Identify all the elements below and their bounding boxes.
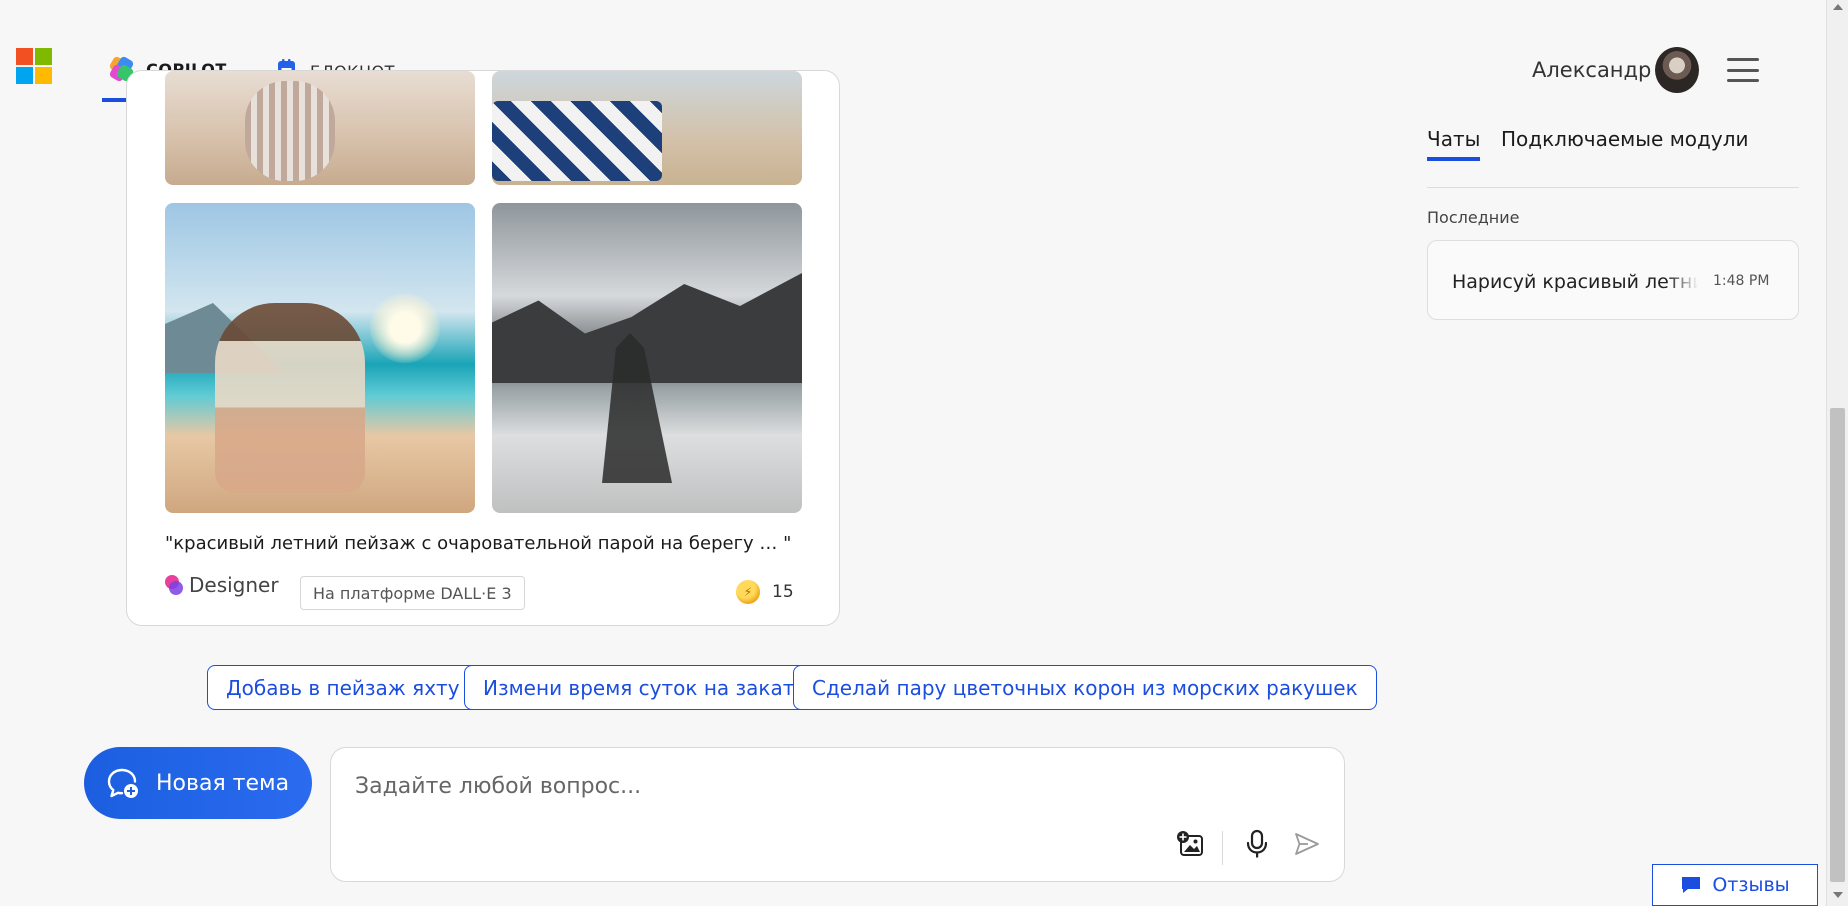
- microphone-icon: [1246, 829, 1268, 858]
- feedback-chat-icon: [1682, 877, 1701, 893]
- suggestion-chip-2[interactable]: Измени время суток на закат: [464, 665, 814, 710]
- scroll-down-arrow-icon[interactable]: [1833, 892, 1843, 898]
- generated-image-4[interactable]: [492, 203, 802, 513]
- designer-icon: [165, 575, 183, 595]
- recent-chat-title: Нарисуй красивый летний пейзаж: [1452, 271, 1698, 293]
- chat-composer: [330, 747, 1345, 882]
- toolbar-divider: [1222, 831, 1223, 865]
- generated-image-3[interactable]: [165, 203, 475, 513]
- new-topic-label: Новая тема: [156, 770, 290, 796]
- generated-image-1[interactable]: [165, 71, 475, 185]
- new-chat-icon: [107, 768, 138, 798]
- send-icon: [1295, 833, 1319, 855]
- page-scrollbar[interactable]: [1826, 0, 1848, 906]
- image-prompt-caption: "красивый летний пейзаж с очаровательной…: [165, 533, 792, 554]
- feedback-button[interactable]: Отзывы: [1652, 864, 1818, 906]
- boost-counter: ⚡ 15: [736, 580, 794, 604]
- scroll-up-arrow-icon[interactable]: [1833, 4, 1843, 10]
- tab-chats[interactable]: Чаты: [1427, 127, 1481, 161]
- menu-icon[interactable]: [1727, 58, 1759, 82]
- platform-badge: На платформе DALL·E 3: [300, 576, 525, 610]
- add-image-icon: [1177, 831, 1203, 856]
- add-image-button[interactable]: [1173, 826, 1209, 862]
- recent-section-title: Последние: [1427, 208, 1520, 227]
- boost-count: 15: [772, 582, 794, 602]
- avatar[interactable]: [1655, 47, 1699, 93]
- microphone-button[interactable]: [1239, 826, 1275, 862]
- chat-input[interactable]: [355, 766, 1315, 806]
- scroll-thumb[interactable]: [1830, 408, 1845, 882]
- designer-label: Designer: [189, 573, 279, 597]
- generated-image-2[interactable]: [492, 71, 802, 185]
- microsoft-logo[interactable]: [16, 48, 52, 84]
- recent-chat-time: 1:48 PM: [1713, 273, 1770, 289]
- feedback-label: Отзывы: [1712, 874, 1790, 896]
- recent-chat-item[interactable]: Нарисуй красивый летний пейзаж 1:48 PM: [1427, 240, 1799, 320]
- send-button[interactable]: [1289, 826, 1325, 862]
- suggestion-chip-3[interactable]: Сделай пару цветочных корон из морских р…: [793, 665, 1377, 710]
- new-topic-button[interactable]: Новая тема: [84, 747, 312, 819]
- user-name[interactable]: Александр: [1532, 58, 1651, 82]
- tab-plugins[interactable]: Подключаемые модули: [1501, 127, 1749, 151]
- designer-brand[interactable]: Designer: [165, 573, 279, 597]
- panel-divider: [1427, 187, 1799, 188]
- image-result-card: "красивый летний пейзаж с очаровательной…: [126, 70, 840, 626]
- suggestion-chip-1[interactable]: Добавь в пейзаж яхту: [207, 665, 479, 710]
- boost-coin-icon: ⚡: [736, 580, 760, 604]
